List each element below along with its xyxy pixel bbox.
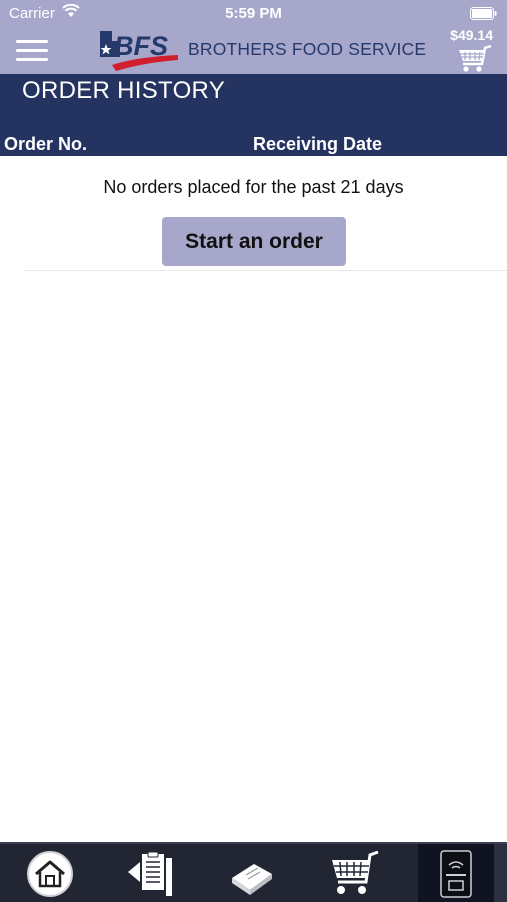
header-cart-icon[interactable] — [455, 44, 495, 74]
hamburger-menu-icon[interactable] — [16, 40, 48, 62]
start-order-button[interactable]: Start an order — [162, 217, 346, 266]
tab-overflow-edge — [494, 844, 507, 902]
device-icon — [440, 850, 472, 898]
order-list-icon — [128, 851, 172, 896]
status-time: 5:59 PM — [225, 5, 282, 22]
cart-total[interactable]: $49.14 — [450, 27, 493, 43]
tab-home[interactable] — [14, 844, 90, 902]
catalog-book-icon — [232, 864, 272, 895]
app-header: Carrier 5:59 PM BFS BROTHERS FOOD SERVIC… — [0, 0, 507, 74]
divider — [24, 270, 507, 271]
status-bar: Carrier 5:59 PM — [0, 0, 507, 28]
tab-catalog[interactable] — [212, 844, 292, 902]
svg-text:BFS: BFS — [114, 31, 168, 61]
empty-state-message: No orders placed for the past 21 days — [103, 177, 404, 197]
page-title: ORDER HISTORY — [22, 77, 226, 104]
home-icon — [27, 851, 73, 897]
column-header-receiving-date: Receiving Date — [253, 134, 383, 154]
tab-cart[interactable] — [316, 844, 396, 902]
order-history-bar: ORDER HISTORY Order No. Receiving Date — [0, 74, 507, 156]
battery-icon — [470, 7, 497, 20]
bottom-tab-bar — [0, 842, 507, 902]
brand-name: BROTHERS FOOD SERVICE — [188, 39, 427, 59]
tab-device[interactable] — [418, 844, 494, 902]
bfs-logo-graphic: BFS — [100, 31, 178, 71]
cart-icon — [332, 850, 379, 894]
column-header-order-no: Order No. — [4, 134, 88, 154]
tab-order-list[interactable] — [110, 844, 186, 902]
bfs-logo: BFS — [98, 27, 180, 73]
